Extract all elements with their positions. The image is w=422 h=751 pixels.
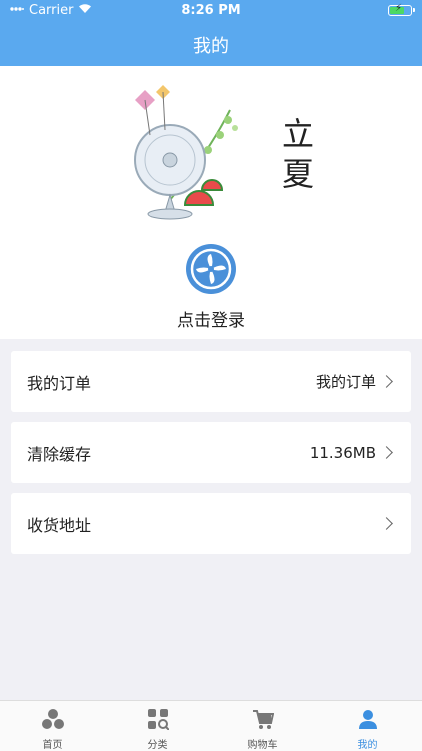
svg-text:夏: 夏 [282, 155, 314, 193]
tab-label: 分类 [147, 740, 168, 751]
chevron-right-icon [380, 446, 393, 459]
profile-icon [357, 708, 379, 730]
category-icon [147, 708, 170, 731]
tab-cart[interactable]: 购物车 [210, 701, 315, 751]
chevron-right-icon [380, 375, 393, 388]
tab-home[interactable]: 首页 [0, 701, 105, 751]
cache-size-value: 11.36MB [309, 443, 376, 462]
row-label: 收货地址 [27, 515, 92, 535]
tab-label: 购物车 [247, 740, 278, 751]
status-bar: Carrier 8:26 PM ⚡ [0, 0, 422, 22]
page-title: 我的 [193, 36, 229, 57]
chevron-right-icon [380, 517, 393, 530]
home-icon [42, 708, 64, 730]
banner-image: 立 夏 [110, 80, 320, 230]
login-avatar-icon[interactable] [186, 244, 236, 294]
clear-cache-row[interactable]: 清除缓存 11.36MB [11, 422, 411, 483]
shipping-address-row[interactable]: 收货地址 [11, 493, 411, 554]
my-orders-row[interactable]: 我的订单 我的订单 [11, 351, 411, 412]
cart-icon [252, 708, 275, 730]
row-label: 清除缓存 [27, 444, 92, 464]
row-value: 我的订单 [315, 373, 376, 391]
profile-header: 立 夏 点击登录 [0, 66, 422, 339]
navigation-bar: Carrier 8:26 PM ⚡ 我的 [0, 0, 422, 66]
login-button[interactable]: 点击登录 [0, 306, 422, 331]
tab-category[interactable]: 分类 [105, 701, 210, 751]
svg-text:立: 立 [282, 115, 314, 153]
status-time: 8:26 PM [181, 3, 241, 18]
tab-profile[interactable]: 我的 [315, 701, 420, 751]
tab-bar: 首页 分类 购物车 我的 [0, 700, 422, 751]
tab-label: 首页 [42, 740, 63, 751]
row-label: 我的订单 [27, 373, 92, 393]
tab-label: 我的 [357, 740, 378, 751]
battery-icon: ⚡ [388, 3, 415, 16]
